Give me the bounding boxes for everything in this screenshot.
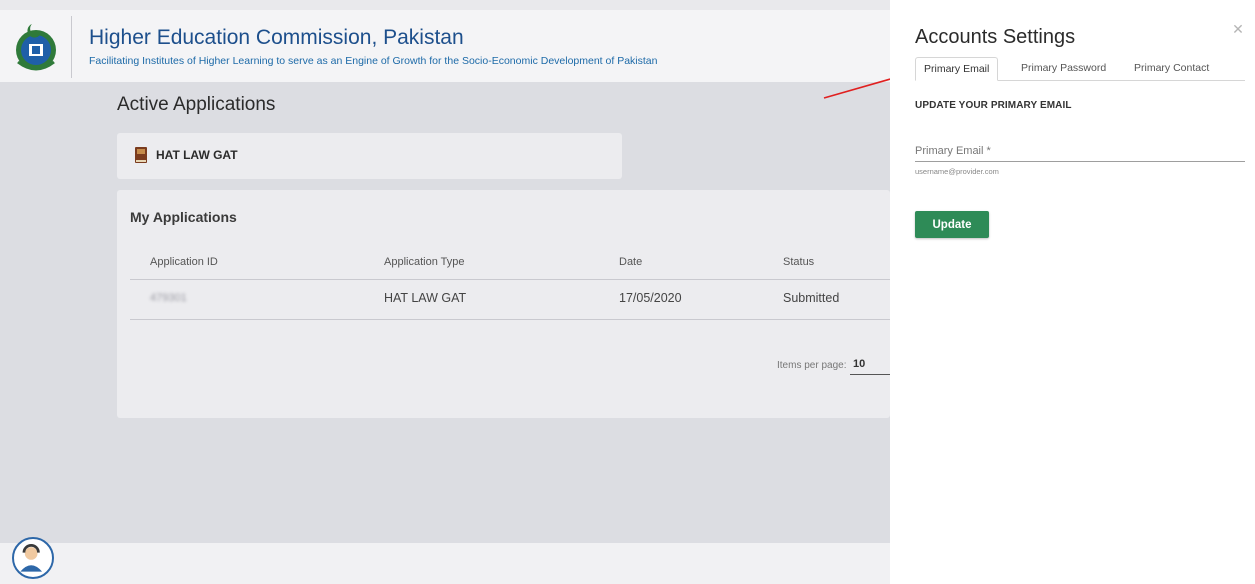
cell-status: Submitted	[783, 291, 840, 305]
site-header: Higher Education Commission, Pakistan Fa…	[0, 10, 890, 82]
tab-primary-email[interactable]: Primary Email	[915, 57, 999, 81]
background-page: Higher Education Commission, Pakistan Fa…	[0, 0, 890, 584]
close-icon[interactable]: ✕	[1231, 22, 1245, 36]
site-tagline: Facilitating Institutes of Higher Learni…	[89, 55, 658, 67]
column-header-application-id[interactable]: Application ID	[150, 256, 218, 268]
update-button[interactable]: Update	[915, 211, 989, 238]
table-header-divider	[130, 279, 890, 280]
active-application-label: HAT LAW GAT	[156, 148, 238, 162]
book-icon	[135, 147, 147, 163]
items-per-page-label: Items per page:	[777, 360, 847, 371]
table-row-divider	[130, 319, 890, 320]
active-application-card[interactable]: HAT LAW GAT	[117, 133, 622, 179]
panel-title: Accounts Settings	[915, 26, 1076, 48]
settings-tabs: Primary Email Primary Password Primary C…	[915, 57, 1245, 81]
tab-primary-contact[interactable]: Primary Contact	[1126, 57, 1217, 81]
tab-primary-password[interactable]: Primary Password	[1013, 57, 1114, 81]
page-title: Active Applications	[117, 94, 276, 115]
hec-logo[interactable]	[10, 18, 62, 76]
header-divider	[71, 16, 72, 78]
items-per-page-select[interactable]: 10	[853, 358, 865, 370]
site-title: Higher Education Commission, Pakistan	[89, 26, 464, 49]
column-header-date[interactable]: Date	[619, 256, 642, 268]
primary-email-hint: username@provider.com	[915, 167, 999, 176]
account-settings-panel: Accounts Settings ✕ Primary Email Primar…	[890, 0, 1255, 584]
form-heading: UPDATE YOUR PRIMARY EMAIL	[915, 100, 1072, 111]
cell-application-id: 479301	[150, 292, 187, 304]
primary-email-label: Primary Email *	[915, 145, 991, 157]
support-agent-icon[interactable]	[12, 537, 54, 579]
cell-date: 17/05/2020	[619, 291, 682, 305]
cell-application-type: HAT LAW GAT	[384, 291, 467, 305]
column-header-application-type[interactable]: Application Type	[384, 256, 465, 268]
footer	[0, 543, 890, 584]
items-per-page-underline	[850, 374, 890, 375]
my-applications-panel: My Applications Application ID Applicati…	[117, 190, 890, 418]
column-header-status[interactable]: Status	[783, 256, 814, 268]
my-applications-title: My Applications	[130, 209, 237, 225]
